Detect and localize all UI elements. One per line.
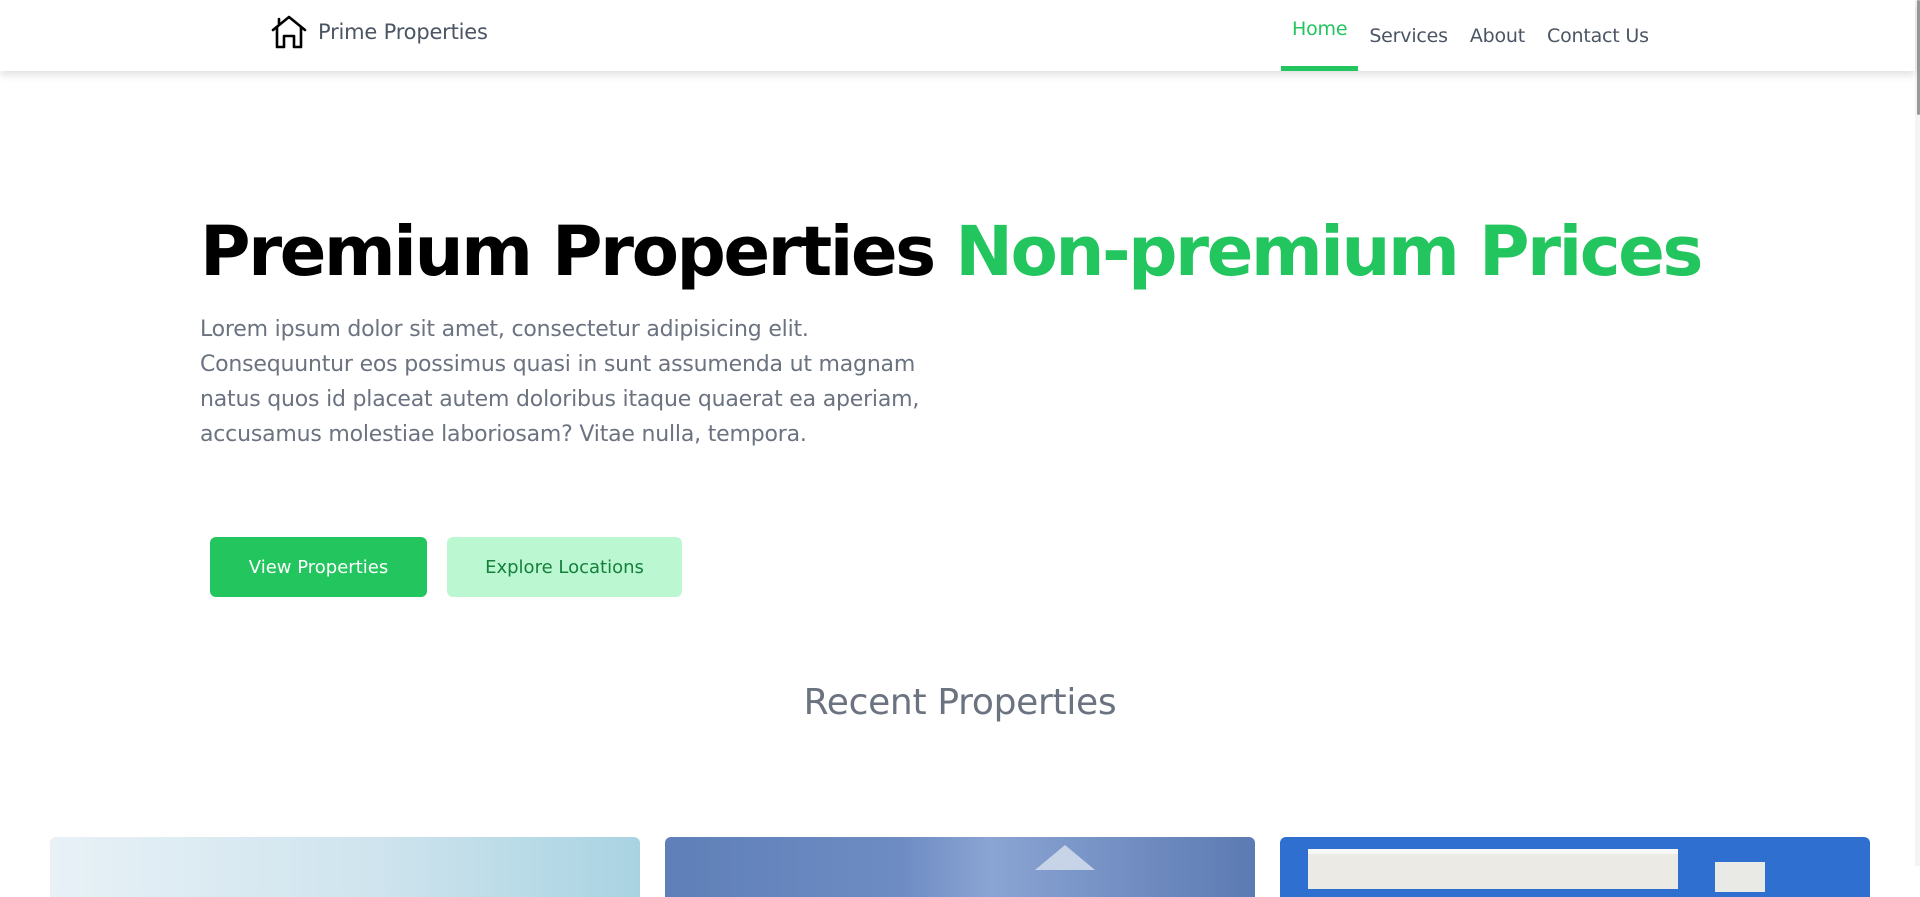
main-nav: Home Services About Contact Us (1281, 0, 1660, 71)
nav-link-services[interactable]: Services (1358, 0, 1459, 71)
page-scrollbar[interactable] (1915, 0, 1920, 866)
house-roof-shape (1035, 845, 1095, 870)
recent-properties-heading: Recent Properties (803, 682, 1117, 723)
view-properties-button[interactable]: View Properties (210, 537, 427, 597)
property-card-image[interactable] (50, 837, 640, 897)
house-wall-shape (1308, 849, 1678, 889)
property-card-image[interactable] (665, 837, 1255, 897)
brand-logo-link[interactable]: Prime Properties (270, 14, 488, 50)
top-navbar: Prime Properties Home Services About Con… (0, 0, 1915, 71)
nav-link-contact-us[interactable]: Contact Us (1536, 0, 1660, 71)
house-icon (270, 14, 308, 50)
house-window-shape (1715, 862, 1765, 892)
explore-locations-button[interactable]: Explore Locations (447, 537, 682, 597)
hero-title-accent: Non-premium Prices (955, 212, 1703, 292)
nav-link-home[interactable]: Home (1281, 0, 1359, 71)
hero-title-main: Premium Properties (200, 212, 936, 292)
nav-link-about[interactable]: About (1459, 0, 1536, 71)
hero-title: Premium Properties Non-premium Prices (200, 208, 1703, 296)
property-card-image[interactable] (1280, 837, 1870, 897)
brand-name: Prime Properties (318, 20, 488, 44)
hero-description: Lorem ipsum dolor sit amet, consectetur … (200, 317, 920, 447)
